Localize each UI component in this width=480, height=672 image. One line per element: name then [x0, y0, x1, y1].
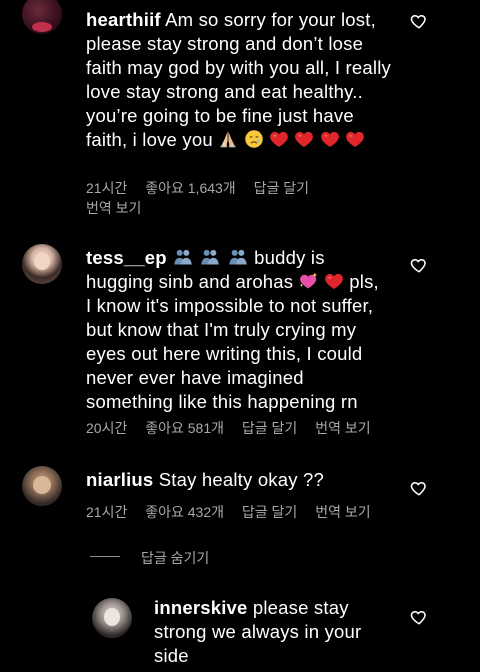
red-heart-emoji: [294, 129, 314, 149]
red-heart-emoji: [345, 129, 365, 149]
comment-time: 21시간: [86, 504, 128, 520]
comment-hearthiif: hearthiif Am so sorry for your lost, ple…: [0, 0, 480, 218]
heart-outline-icon[interactable]: [410, 12, 428, 30]
comment-meta: 21시간 좋아요 432개 답글 달기 번역 보기: [86, 502, 385, 522]
sparkling-heart-emoji: [299, 271, 319, 291]
avatar[interactable]: [22, 0, 62, 34]
comment-body: Stay healty okay ??: [158, 469, 325, 490]
comment-likes[interactable]: 좋아요 581개: [145, 420, 224, 436]
reply-divider-line: [90, 556, 120, 557]
avatar[interactable]: [22, 244, 62, 284]
comment-body-part2: pls, I know it's impossible to not suffe…: [86, 271, 379, 412]
comment-username[interactable]: niarlius: [86, 469, 153, 490]
heart-outline-icon[interactable]: [410, 479, 428, 497]
reply-innerskive: innerskive please stay strong we always …: [0, 590, 480, 672]
hugging-people-emoji: [227, 247, 249, 267]
crying-face-emoji: [244, 129, 264, 149]
avatar[interactable]: [22, 466, 62, 506]
translate-button[interactable]: 번역 보기: [86, 198, 141, 218]
comment-username[interactable]: tess__ep: [86, 247, 167, 268]
hide-replies-label[interactable]: 답글 숨기기: [141, 548, 209, 568]
comment-text: innerskive please stay strong we always …: [154, 596, 394, 668]
comment-time: 21시간: [86, 180, 128, 196]
heart-outline-icon[interactable]: [410, 608, 428, 626]
translate-button[interactable]: 번역 보기: [315, 420, 370, 436]
comment-likes[interactable]: 좋아요 1,643개: [145, 180, 235, 196]
red-heart-emoji: [269, 129, 289, 149]
hugging-people-emoji: [199, 247, 221, 267]
praying-hands-emoji: [218, 129, 238, 149]
reply-button[interactable]: 답글 달기: [254, 180, 309, 196]
reply-button[interactable]: 답글 달기: [242, 420, 297, 436]
hugging-people-emoji: [172, 247, 194, 267]
red-heart-emoji: [320, 129, 340, 149]
heart-outline-icon[interactable]: [410, 256, 428, 274]
comment-text: hearthiif Am so sorry for your lost, ple…: [86, 8, 396, 152]
comment-meta: 21시간 좋아요 1,643개 답글 달기: [86, 178, 323, 198]
comment-time: 20시간: [86, 420, 128, 436]
avatar[interactable]: [92, 598, 132, 638]
comment-likes[interactable]: 좋아요 432개: [145, 504, 224, 520]
comment-username[interactable]: innerskive: [154, 597, 248, 618]
comment-niarlius: niarlius Stay healty okay ?? 21시간 좋아요 43…: [0, 462, 480, 572]
translate-button[interactable]: 번역 보기: [315, 504, 370, 520]
comment-username[interactable]: hearthiif: [86, 9, 161, 30]
comment-tess-ep: tess__ep buddy is hugging sinb and aroha…: [0, 240, 480, 440]
comment-text: niarlius Stay healty okay ??: [86, 468, 396, 492]
red-heart-emoji: [324, 271, 344, 291]
reply-button[interactable]: 답글 달기: [242, 504, 297, 520]
comment-meta: 20시간 좋아요 581개 답글 달기 번역 보기: [86, 418, 385, 438]
comment-text: tess__ep buddy is hugging sinb and aroha…: [86, 246, 386, 414]
